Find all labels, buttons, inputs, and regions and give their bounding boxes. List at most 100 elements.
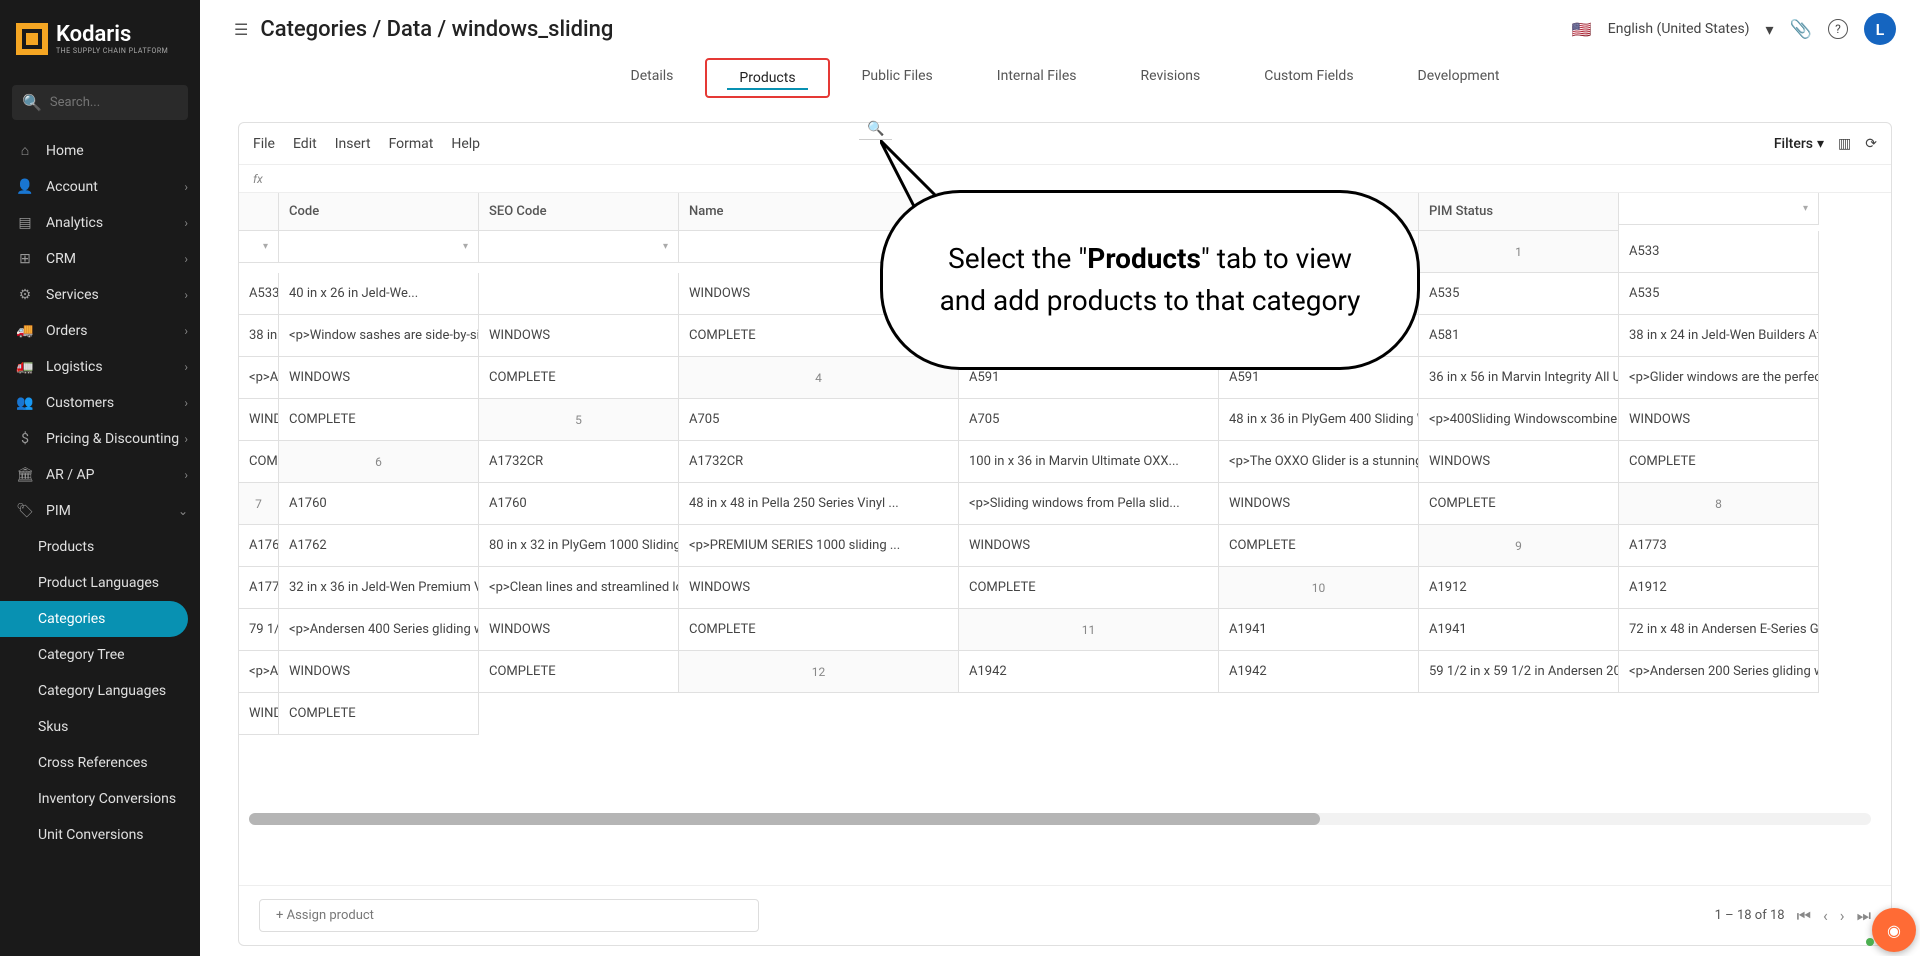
table-cell[interactable]: COMPLETE: [279, 693, 479, 735]
table-cell[interactable]: COMPLETE: [479, 651, 679, 693]
column-header[interactable]: Code: [279, 193, 479, 231]
table-cell[interactable]: A1760: [279, 483, 479, 525]
table-cell[interactable]: WINDOWS: [479, 609, 679, 651]
tab-public-files[interactable]: Public Files: [830, 58, 965, 98]
table-cell[interactable]: <p>PREMIUM SERIES 1000 sliding ...: [679, 525, 959, 567]
table-cell[interactable]: COMPLETE: [679, 609, 959, 651]
table-cell[interactable]: A1912: [1619, 567, 1819, 609]
sidebar-item-home[interactable]: ⌂Home: [0, 132, 200, 169]
column-filter[interactable]: ▾: [279, 231, 479, 263]
table-cell[interactable]: 79 1/4 in x 59 1/4 in Andersen 400 ...: [239, 609, 279, 651]
table-cell[interactable]: WINDOWS: [279, 357, 479, 399]
table-cell[interactable]: 72 in x 48 in Andersen E-Series Glid...: [1619, 609, 1819, 651]
table-cell[interactable]: WINDOWS: [679, 567, 959, 609]
search-input[interactable]: [50, 95, 200, 110]
column-filter[interactable]: ▾: [1619, 193, 1819, 225]
table-cell[interactable]: WINDOWS: [279, 651, 479, 693]
table-cell[interactable]: <p>Available in White or Bronze an...: [239, 357, 279, 399]
table-cell[interactable]: WINDOWS: [479, 315, 679, 357]
table-cell[interactable]: <p>Glider windows are the perfect ...: [1619, 357, 1819, 399]
table-cell[interactable]: COMPLETE: [279, 399, 479, 441]
table-cell[interactable]: COMPLETE: [239, 441, 279, 483]
table-cell[interactable]: A1732CR: [479, 441, 679, 483]
table-cell[interactable]: A1941: [1219, 609, 1419, 651]
horizontal-scrollbar[interactable]: [249, 813, 1871, 825]
locale-selector[interactable]: English (United States): [1608, 21, 1750, 37]
table-cell[interactable]: A533: [239, 273, 279, 315]
table-cell[interactable]: 100 in x 36 in Marvin Ultimate OXX...: [959, 441, 1219, 483]
sidebar-item-customers[interactable]: 👥Customers›: [0, 385, 200, 421]
table-cell[interactable]: 40 in x 26 in Jeld-We...: [279, 273, 479, 315]
sidebar-subitem-product-languages[interactable]: Product Languages: [0, 565, 200, 601]
row-number[interactable]: 7: [239, 483, 279, 525]
formula-bar[interactable]: fx: [239, 165, 1891, 193]
sidebar-subitem-products[interactable]: Products: [0, 529, 200, 565]
chat-widget-icon[interactable]: ◉: [1872, 908, 1916, 952]
sidebar-item-analytics[interactable]: ▤Analytics›: [0, 205, 200, 241]
table-cell[interactable]: <p>400Sliding Windowscombine re...: [1419, 399, 1619, 441]
columns-icon[interactable]: ▥: [1838, 136, 1851, 152]
tab-development[interactable]: Development: [1386, 58, 1532, 98]
table-cell[interactable]: A1941: [1419, 609, 1619, 651]
table-cell[interactable]: 38 in x 24 in Jeld-Wen Builders Atla...: [1619, 315, 1819, 357]
table-cell[interactable]: A535: [1619, 273, 1819, 315]
attachment-icon[interactable]: 📎: [1790, 19, 1812, 40]
row-number[interactable]: 1: [1419, 231, 1619, 273]
sidebar-item-crm[interactable]: ⊞CRM›: [0, 241, 200, 277]
prev-page-icon[interactable]: ‹: [1823, 906, 1828, 925]
tab-revisions[interactable]: Revisions: [1109, 58, 1233, 98]
table-cell[interactable]: A1773: [1619, 525, 1819, 567]
column-header[interactable]: [239, 193, 279, 231]
tab-custom-fields[interactable]: Custom Fields: [1232, 58, 1385, 98]
table-cell[interactable]: WINDOWS: [1419, 441, 1619, 483]
table-cell[interactable]: 80 in x 32 in PlyGem 1000 Sliding ...: [479, 525, 679, 567]
table-cell[interactable]: COMPLETE: [479, 357, 679, 399]
table-cell[interactable]: A1762: [279, 525, 479, 567]
table-cell[interactable]: <p>Andersen 200 Series gliding wi...: [1619, 651, 1819, 693]
table-cell[interactable]: 38 in x 24 in Jeld-Wen Custom Woo...: [239, 315, 279, 357]
column-header[interactable]: PIM Status: [1419, 193, 1619, 231]
sidebar-item-logistics[interactable]: 🚛Logistics›: [0, 349, 200, 385]
sidebar-subitem-category-tree[interactable]: Category Tree: [0, 637, 200, 673]
row-number[interactable]: 8: [1619, 483, 1819, 525]
menu-file[interactable]: File: [253, 136, 275, 152]
table-cell[interactable]: <p>The OXXO Glider is a stunning v...: [1219, 441, 1419, 483]
table-cell[interactable]: WINDOWS: [1219, 483, 1419, 525]
help-icon[interactable]: ?: [1828, 19, 1848, 39]
sidebar-subitem-unit-conversions[interactable]: Unit Conversions: [0, 817, 200, 853]
table-cell[interactable]: <p>Window sashes are side-by-sid...: [279, 315, 479, 357]
table-cell[interactable]: <p>Clean lines and streamlined loo...: [479, 567, 679, 609]
avatar[interactable]: L: [1864, 13, 1896, 45]
table-cell[interactable]: A705: [679, 399, 959, 441]
table-cell[interactable]: 48 in x 36 in PlyGem 400 Sliding Wi...: [1219, 399, 1419, 441]
sidebar-subitem-skus[interactable]: Skus: [0, 709, 200, 745]
table-cell[interactable]: WINDOWS: [239, 693, 279, 735]
row-number[interactable]: 10: [1219, 567, 1419, 609]
table-cell[interactable]: [479, 273, 679, 315]
refresh-icon[interactable]: ⟳: [1865, 136, 1877, 152]
table-cell[interactable]: A533: [1619, 231, 1819, 273]
first-page-icon[interactable]: ⏮: [1797, 906, 1811, 926]
column-header[interactable]: SEO Code: [479, 193, 679, 231]
sidebar-item-services[interactable]: ⚙Services›: [0, 277, 200, 313]
table-cell[interactable]: COMPLETE: [1419, 483, 1619, 525]
table-cell[interactable]: 48 in x 48 in Pella 250 Series Vinyl ...: [679, 483, 959, 525]
sidebar-item-orders[interactable]: 🚚Orders›: [0, 313, 200, 349]
row-number[interactable]: 5: [479, 399, 679, 441]
sidebar-subitem-category-languages[interactable]: Category Languages: [0, 673, 200, 709]
table-cell[interactable]: COMPLETE: [1219, 525, 1419, 567]
menu-edit[interactable]: Edit: [293, 136, 317, 152]
sidebar-subitem-inventory-conversions[interactable]: Inventory Conversions: [0, 781, 200, 817]
table-cell[interactable]: A1912: [1419, 567, 1619, 609]
sidebar-subitem-cross-references[interactable]: Cross References: [0, 745, 200, 781]
row-number[interactable]: 4: [679, 357, 959, 399]
table-cell[interactable]: <p>Sliding windows from Pella slid...: [959, 483, 1219, 525]
column-filter[interactable]: ▾: [239, 231, 279, 263]
table-cell[interactable]: 59 1/2 in x 59 1/2 in Andersen 200 ...: [1419, 651, 1619, 693]
last-page-icon[interactable]: ⏭: [1857, 906, 1871, 926]
table-cell[interactable]: <p>Andersen 400 Series gliding wi...: [279, 609, 479, 651]
sidebar-search[interactable]: 🔍: [12, 85, 188, 120]
table-cell[interactable]: WINDOWS: [959, 525, 1219, 567]
table-cell[interactable]: WINDOWS: [1619, 399, 1819, 441]
sidebar-item-ar-ap[interactable]: 🏛AR / AP›: [0, 457, 200, 493]
